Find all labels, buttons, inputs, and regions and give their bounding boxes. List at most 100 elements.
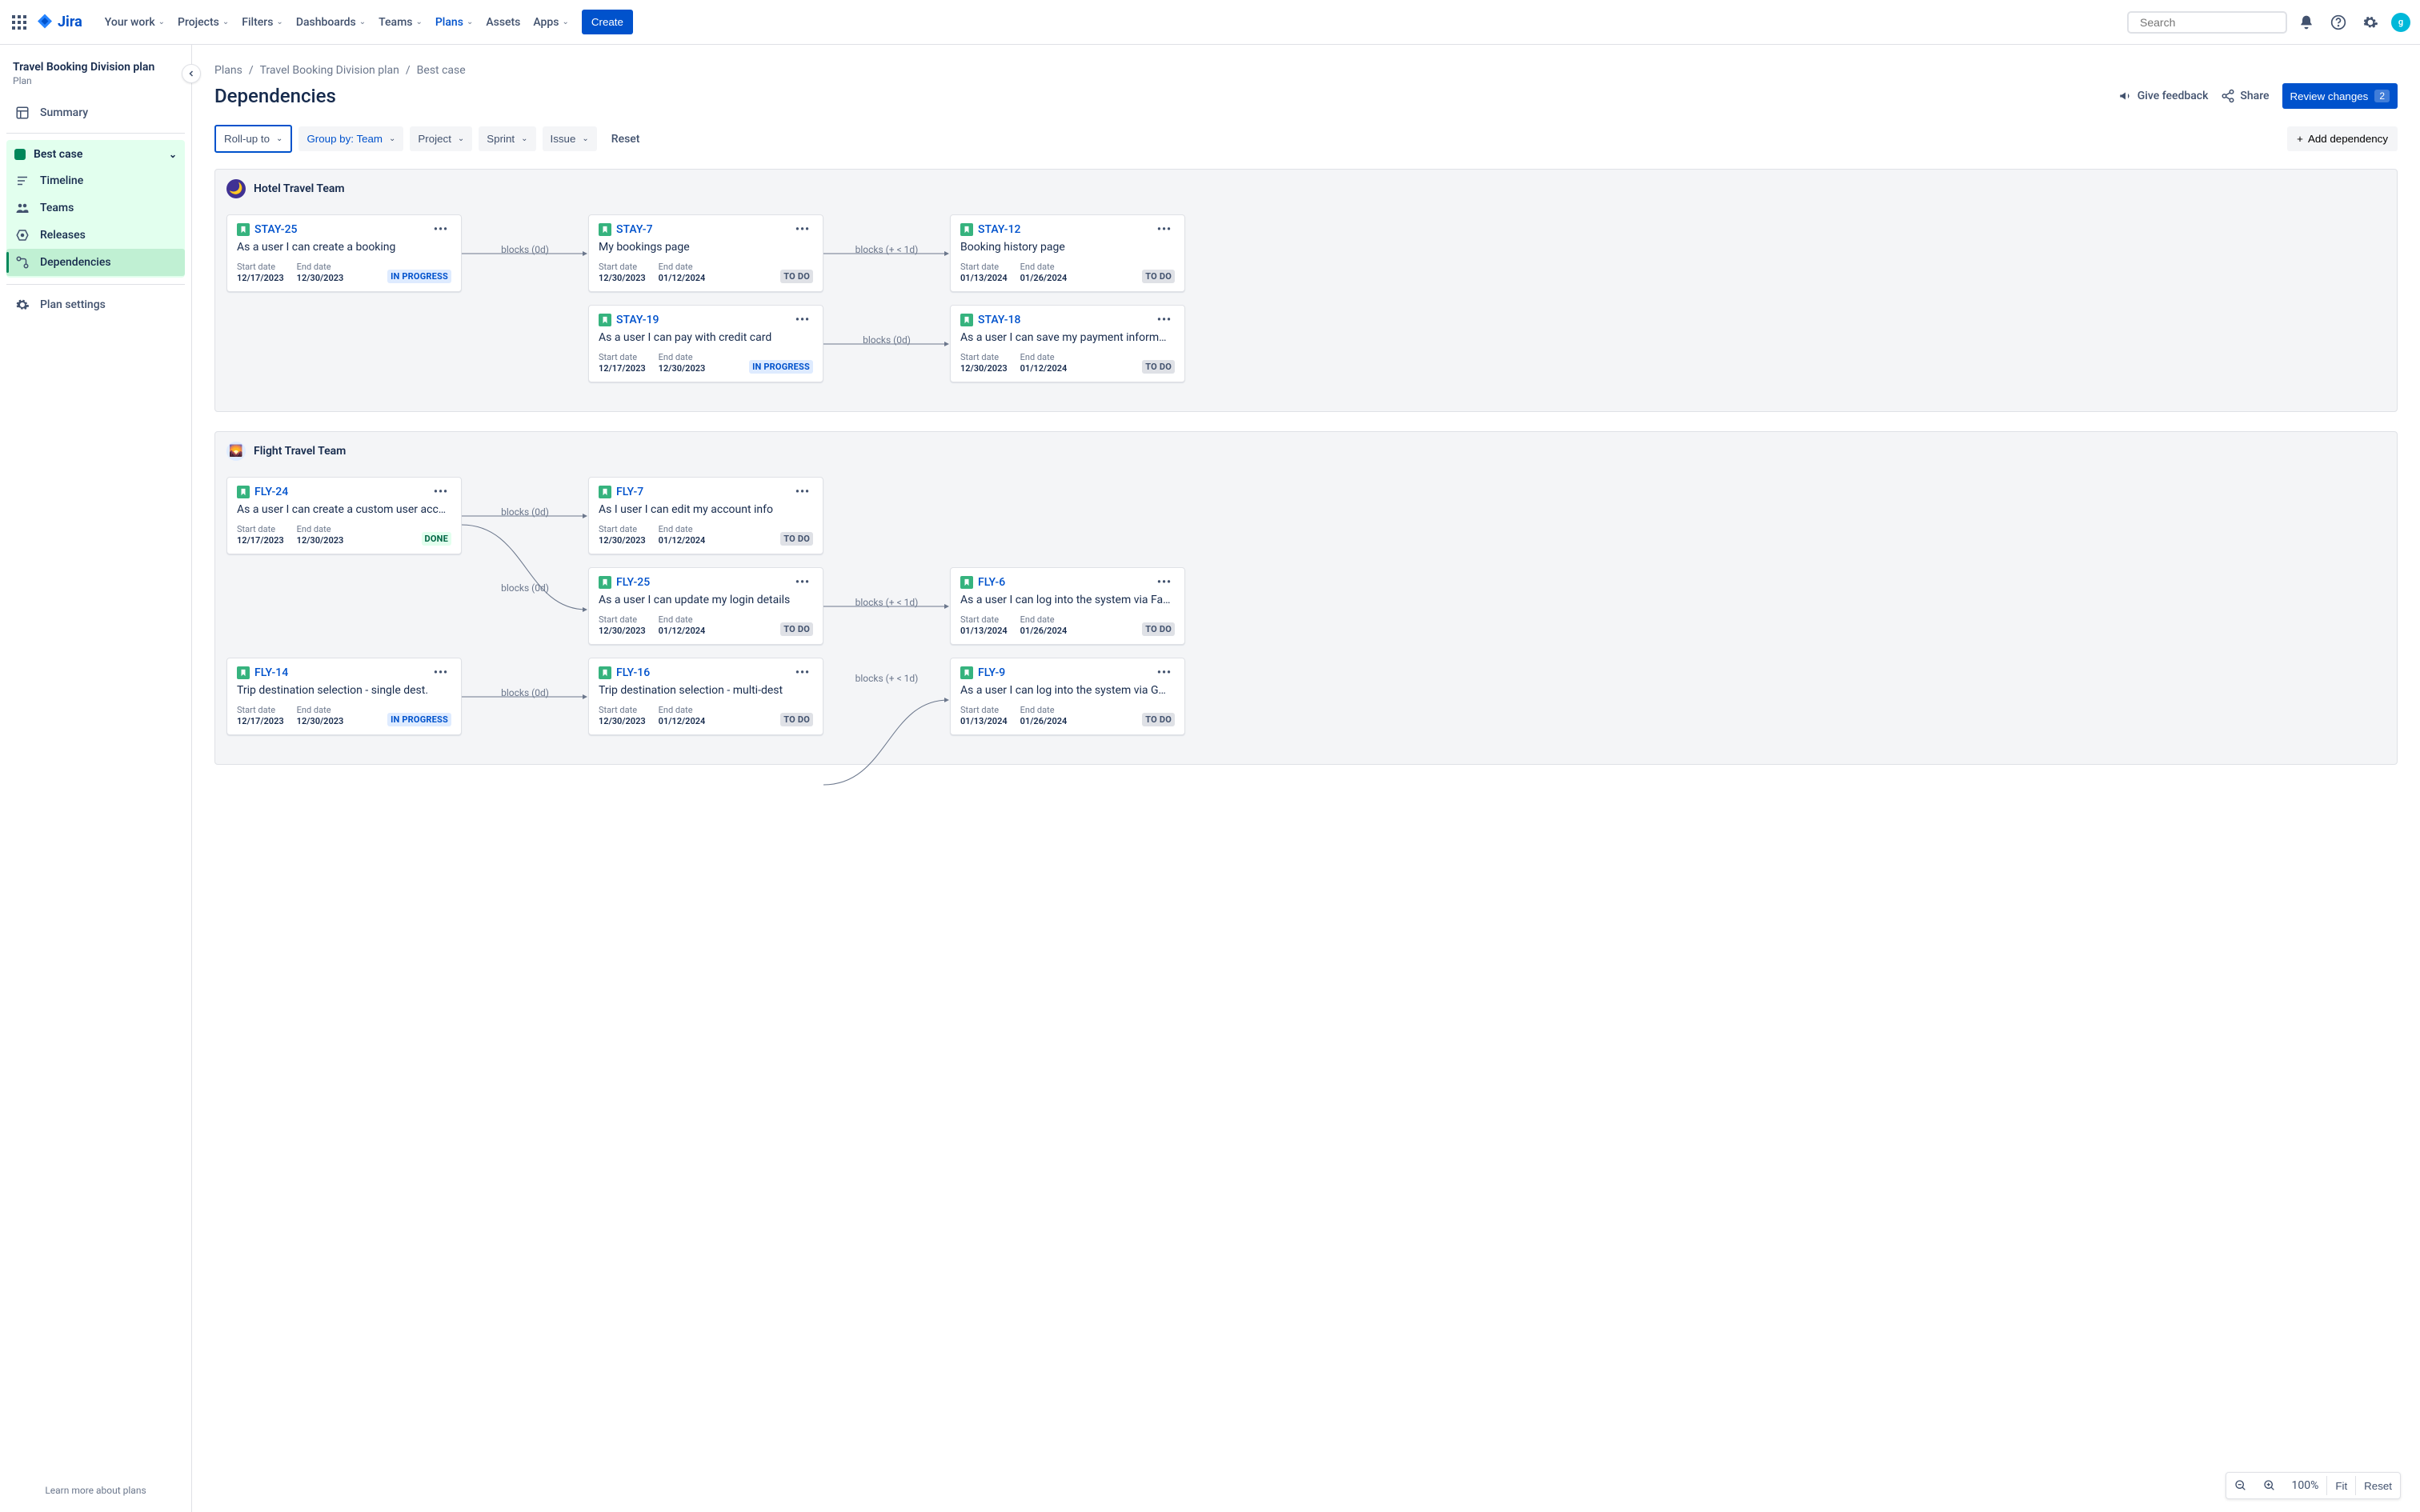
- connector-label: blocks (0d): [501, 506, 549, 518]
- connector: blocks (+ < 1d): [823, 567, 950, 645]
- zoom-out-button[interactable]: [2226, 1473, 2255, 1498]
- breadcrumb-link[interactable]: Travel Booking Division plan: [260, 64, 399, 77]
- sidebar-item-releases[interactable]: Releases: [6, 222, 185, 249]
- nav-item-assets[interactable]: Assets: [479, 10, 527, 35]
- nav-item-teams[interactable]: Teams⌄: [372, 10, 429, 35]
- issue-card[interactable]: FLY-24 ••• As a user I can create a cust…: [226, 477, 462, 554]
- scenario-header[interactable]: Best case ⌄: [6, 142, 185, 167]
- issue-card[interactable]: FLY-6 ••• As a user I can log into the s…: [950, 567, 1185, 645]
- issue-card[interactable]: FLY-9 ••• As a user I can log into the s…: [950, 658, 1185, 735]
- issue-card[interactable]: STAY-7 ••• My bookings page Start date12…: [588, 214, 823, 292]
- issue-card[interactable]: STAY-12 ••• Booking history page Start d…: [950, 214, 1185, 292]
- create-button[interactable]: Create: [582, 10, 633, 34]
- breadcrumb-link[interactable]: Plans: [214, 64, 242, 77]
- zoom-fit-button[interactable]: Fit: [2327, 1474, 2355, 1498]
- project-filter[interactable]: Project⌄: [410, 126, 472, 151]
- sidebar-item-dependencies[interactable]: Dependencies: [6, 249, 185, 276]
- issue-card[interactable]: STAY-25 ••• As a user I can create a boo…: [226, 214, 462, 292]
- card-menu-icon[interactable]: •••: [1154, 666, 1175, 679]
- notifications-icon[interactable]: [2294, 10, 2319, 35]
- sidebar-item-summary[interactable]: Summary: [6, 99, 185, 126]
- sidebar-collapse-button[interactable]: [182, 64, 201, 83]
- share-icon: [2221, 89, 2235, 103]
- reset-filters-link[interactable]: Reset: [603, 126, 648, 152]
- team-name: Hotel Travel Team: [254, 182, 345, 195]
- nav-item-filters[interactable]: Filters⌄: [235, 10, 290, 35]
- learn-more-link[interactable]: Learn more about plans: [6, 1475, 185, 1506]
- issue-card[interactable]: STAY-18 ••• As a user I can save my paym…: [950, 305, 1185, 382]
- review-changes-button[interactable]: Review changes 2: [2282, 83, 2398, 109]
- give-feedback-button[interactable]: Give feedback: [2118, 89, 2209, 103]
- connector-label: blocks (+ < 1d): [855, 597, 919, 608]
- issue-filter[interactable]: Issue⌄: [543, 126, 597, 151]
- jira-logo[interactable]: Jira: [35, 13, 82, 32]
- card-menu-icon[interactable]: •••: [431, 223, 451, 236]
- zoom-in-button[interactable]: [2255, 1473, 2284, 1498]
- zoom-reset-button[interactable]: Reset: [2356, 1474, 2400, 1498]
- megaphone-icon: [2118, 89, 2133, 103]
- issue-card[interactable]: STAY-19 ••• As a user I can pay with cre…: [588, 305, 823, 382]
- dependency-row: FLY-24 ••• As a user I can create a cust…: [226, 477, 2386, 554]
- issue-key-link[interactable]: STAY-12: [978, 223, 1020, 236]
- nav-item-dashboards[interactable]: Dashboards⌄: [290, 10, 372, 35]
- status-badge: IN PROGRESS: [387, 270, 451, 283]
- chevron-down-icon: ⌄: [458, 134, 464, 143]
- status-badge: IN PROGRESS: [749, 360, 813, 374]
- connector-label: blocks (0d): [501, 244, 549, 255]
- issue-key-link[interactable]: FLY-9: [978, 666, 1005, 679]
- issue-key-link[interactable]: STAY-7: [616, 223, 653, 236]
- issue-key-link[interactable]: FLY-25: [616, 576, 650, 589]
- sidebar-item-teams[interactable]: Teams: [6, 194, 185, 222]
- issue-key-link[interactable]: FLY-7: [616, 486, 643, 498]
- help-icon[interactable]: [2326, 10, 2351, 35]
- sidebar-item-timeline[interactable]: Timeline: [6, 167, 185, 194]
- nav-item-plans[interactable]: Plans⌄: [429, 10, 479, 35]
- issue-key-link[interactable]: STAY-18: [978, 314, 1020, 326]
- card-menu-icon[interactable]: •••: [792, 223, 813, 236]
- share-button[interactable]: Share: [2221, 89, 2269, 103]
- issue-card[interactable]: FLY-16 ••• Trip destination selection - …: [588, 658, 823, 735]
- card-menu-icon[interactable]: •••: [792, 314, 813, 326]
- add-dependency-button[interactable]: +Add dependency: [2287, 126, 2398, 151]
- issue-summary: As a user I can save my payment inform…: [960, 331, 1175, 344]
- breadcrumbs: Plans/ Travel Booking Division plan/ Bes…: [214, 64, 2398, 77]
- issue-key-link[interactable]: STAY-19: [616, 314, 659, 326]
- issue-key-link[interactable]: FLY-6: [978, 576, 1005, 589]
- scenario-color-icon: [14, 149, 26, 160]
- card-menu-icon[interactable]: •••: [792, 576, 813, 589]
- groupby-filter[interactable]: Group by: Team⌄: [298, 126, 403, 151]
- dependency-row: STAY-19 ••• As a user I can pay with cre…: [226, 305, 2386, 382]
- search-box[interactable]: [2127, 11, 2287, 34]
- issue-key-link[interactable]: STAY-25: [254, 223, 297, 236]
- card-menu-icon[interactable]: •••: [1154, 576, 1175, 589]
- nav-item-projects[interactable]: Projects⌄: [171, 10, 235, 35]
- nav-item-apps[interactable]: Apps⌄: [527, 10, 575, 35]
- status-badge: TO DO: [1142, 622, 1175, 636]
- issue-key-link[interactable]: FLY-14: [254, 666, 288, 679]
- app-switcher-icon[interactable]: [10, 13, 29, 32]
- issue-card[interactable]: FLY-25 ••• As a user I can update my log…: [588, 567, 823, 645]
- card-menu-icon[interactable]: •••: [431, 666, 451, 679]
- breadcrumb-link[interactable]: Best case: [417, 64, 466, 77]
- issue-key-link[interactable]: FLY-16: [616, 666, 650, 679]
- card-menu-icon[interactable]: •••: [431, 486, 451, 498]
- card-menu-icon[interactable]: •••: [1154, 223, 1175, 236]
- settings-icon[interactable]: [2358, 10, 2383, 35]
- card-menu-icon[interactable]: •••: [1154, 314, 1175, 326]
- sprint-filter[interactable]: Sprint⌄: [479, 126, 535, 151]
- nav-item-your-work[interactable]: Your work⌄: [98, 10, 171, 35]
- connector: blocks (+ < 1d): [823, 658, 950, 735]
- card-menu-icon[interactable]: •••: [792, 666, 813, 679]
- issue-key-link[interactable]: FLY-24: [254, 486, 288, 498]
- issue-card[interactable]: FLY-14 ••• Trip destination selection - …: [226, 658, 462, 735]
- issue-card[interactable]: FLY-7 ••• As I user I can edit my accoun…: [588, 477, 823, 554]
- card-menu-icon[interactable]: •••: [792, 486, 813, 498]
- top-nav: Jira Your work⌄Projects⌄Filters⌄Dashboar…: [0, 0, 2420, 45]
- sidebar-item-plan-settings[interactable]: Plan settings: [6, 291, 185, 318]
- status-badge: TO DO: [1142, 270, 1175, 283]
- search-input[interactable]: [2140, 16, 2285, 29]
- rollup-filter[interactable]: Roll-up to⌄: [214, 125, 292, 153]
- chevron-down-icon: ⌄: [276, 134, 282, 143]
- teams-icon: [14, 201, 30, 215]
- user-avatar[interactable]: g: [2391, 13, 2410, 32]
